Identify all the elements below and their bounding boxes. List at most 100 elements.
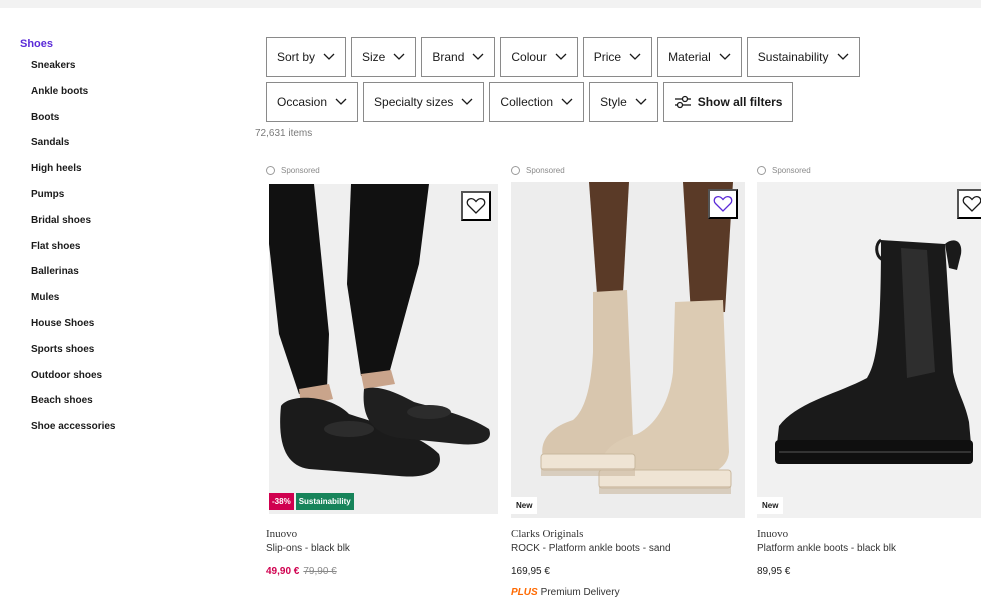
sidebar-item-mules[interactable]: Mules <box>31 291 220 317</box>
filter-label: Sort by <box>277 50 316 64</box>
chevron-down-icon <box>629 53 641 60</box>
plus-logo: PLUS <box>511 587 538 598</box>
sale-price: 49,90 € <box>266 566 300 577</box>
product-brand: Inuovo <box>266 528 298 540</box>
product-price: 49,90 €79,90 € <box>266 566 506 577</box>
filter-bar: Sort by Size Brand Colour Price Material… <box>266 37 966 127</box>
filter-label: Price <box>593 50 622 64</box>
product-info: Inuovo Platform ankle boots - black blk … <box>757 528 981 577</box>
top-band <box>0 0 981 8</box>
sidebar-item-pumps[interactable]: Pumps <box>31 188 220 214</box>
filter-label: Collection <box>500 95 554 109</box>
product-price: 89,95 € <box>757 566 791 577</box>
show-all-filters-button[interactable]: Show all filters <box>662 82 794 122</box>
sliders-icon <box>674 95 691 109</box>
sidebar-item-ballerinas[interactable]: Ballerinas <box>31 265 220 291</box>
product-brand: Clarks Originals <box>511 528 584 540</box>
new-badge: New <box>511 497 538 514</box>
original-price: 79,90 € <box>303 566 337 577</box>
sustainability-badge: Sustainability <box>295 493 354 510</box>
product-price: 169,95 € <box>511 566 550 577</box>
items-count: 72,631 items <box>255 128 313 139</box>
sponsored-label: Sponsored <box>511 164 743 176</box>
filter-label: Sustainability <box>757 50 829 64</box>
filter-brand[interactable]: Brand <box>421 37 496 77</box>
product-info: Clarks Originals ROCK - Platform ankle b… <box>511 528 751 598</box>
chevron-down-icon <box>837 53 848 60</box>
discount-badge: -38% <box>269 493 294 510</box>
product-card[interactable]: Sponsored New Clarks Originals ROCK - Pl… <box>511 164 745 598</box>
sponsored-label: Sponsored <box>757 164 981 176</box>
filter-label: Style <box>600 95 627 109</box>
sidebar-item-ankle-boots[interactable]: Ankle boots <box>31 85 220 111</box>
filter-material[interactable]: Material <box>657 37 742 77</box>
show-all-filters-label: Show all filters <box>697 95 783 109</box>
product-photo-ankle-boots <box>511 182 745 518</box>
chevron-down-icon <box>555 53 567 60</box>
filter-sustainability[interactable]: Sustainability <box>746 37 860 77</box>
sidebar-item-bridal-shoes[interactable]: Bridal shoes <box>31 214 220 240</box>
sidebar-item-flat-shoes[interactable]: Flat shoes <box>31 240 220 266</box>
filter-label: Material <box>668 50 711 64</box>
filter-collection[interactable]: Collection <box>489 82 585 122</box>
product-card[interactable]: Sponsored -38% Sustainability Inuovo Sli… <box>266 164 498 577</box>
product-image[interactable]: -38% Sustainability <box>269 184 498 514</box>
filter-style[interactable]: Style <box>589 82 658 122</box>
filter-price[interactable]: Price <box>582 37 653 77</box>
chevron-down-icon <box>393 53 405 60</box>
sidebar-item-house-shoes[interactable]: House Shoes <box>31 317 220 343</box>
sponsored-text: Sponsored <box>526 165 565 175</box>
filter-colour[interactable]: Colour <box>500 37 578 77</box>
sidebar-item-beach-shoes[interactable]: Beach shoes <box>31 394 220 420</box>
chevron-down-icon <box>635 98 647 105</box>
filter-row-1: Sort by Size Brand Colour Price Material… <box>266 37 966 77</box>
filter-sort-by[interactable]: Sort by <box>266 37 347 77</box>
info-icon <box>757 165 766 175</box>
product-image[interactable]: New <box>757 182 981 518</box>
product-badges: -38% Sustainability <box>269 493 354 510</box>
category-sidebar: Shoes Sneakers Ankle boots Boots Sandals… <box>20 38 220 446</box>
product-image[interactable]: New <box>511 182 745 518</box>
plus-text: Premium Delivery <box>540 587 620 598</box>
filter-label: Brand <box>432 50 465 64</box>
sponsored-text: Sponsored <box>281 165 320 175</box>
chevron-down-icon <box>335 98 347 105</box>
filter-row-2: Occasion Specialty sizes Collection Styl… <box>266 82 966 122</box>
product-photo-loafers <box>269 184 498 514</box>
sidebar-item-outdoor-shoes[interactable]: Outdoor shoes <box>31 369 220 395</box>
chevron-down-icon <box>719 53 731 60</box>
product-name: ROCK - Platform ankle boots - sand <box>511 543 671 554</box>
sidebar-item-shoe-accessories[interactable]: Shoe accessories <box>31 420 220 446</box>
filter-label: Specialty sizes <box>374 95 454 109</box>
sponsored-label: Sponsored <box>266 164 498 176</box>
filter-label: Colour <box>511 50 547 64</box>
product-badges: New <box>511 497 538 514</box>
product-card[interactable]: Sponsored New Inuovo Platform ankle boot… <box>757 164 981 577</box>
info-icon <box>266 165 275 175</box>
sidebar-item-boots[interactable]: Boots <box>31 111 220 137</box>
wishlist-heart-icon[interactable] <box>957 189 981 219</box>
sidebar-title-shoes[interactable]: Shoes <box>20 38 220 50</box>
product-name: Platform ankle boots - black blk <box>757 543 896 554</box>
new-badge: New <box>757 497 784 514</box>
plus-delivery: PLUS Premium Delivery <box>511 587 751 598</box>
product-name: Slip-ons - black blk <box>266 543 350 554</box>
filter-occasion[interactable]: Occasion <box>266 82 359 122</box>
filter-label: Size <box>362 50 386 64</box>
sponsored-text: Sponsored <box>772 165 811 175</box>
sidebar-item-sneakers[interactable]: Sneakers <box>31 59 220 85</box>
wishlist-heart-icon[interactable] <box>708 189 738 219</box>
sidebar-item-sandals[interactable]: Sandals <box>31 136 220 162</box>
filter-label: Occasion <box>277 95 328 109</box>
chevron-down-icon <box>323 53 335 60</box>
product-info: Inuovo Slip-ons - black blk 49,90 €79,90… <box>266 528 506 577</box>
product-photo-chelsea-boot <box>757 182 981 518</box>
chevron-down-icon <box>472 53 484 60</box>
info-icon <box>511 165 520 175</box>
wishlist-heart-icon[interactable] <box>461 191 491 221</box>
chevron-down-icon <box>561 98 573 105</box>
sidebar-item-high-heels[interactable]: High heels <box>31 162 220 188</box>
filter-specialty-sizes[interactable]: Specialty sizes <box>363 82 485 122</box>
filter-size[interactable]: Size <box>351 37 417 77</box>
sidebar-item-sports-shoes[interactable]: Sports shoes <box>31 343 220 369</box>
